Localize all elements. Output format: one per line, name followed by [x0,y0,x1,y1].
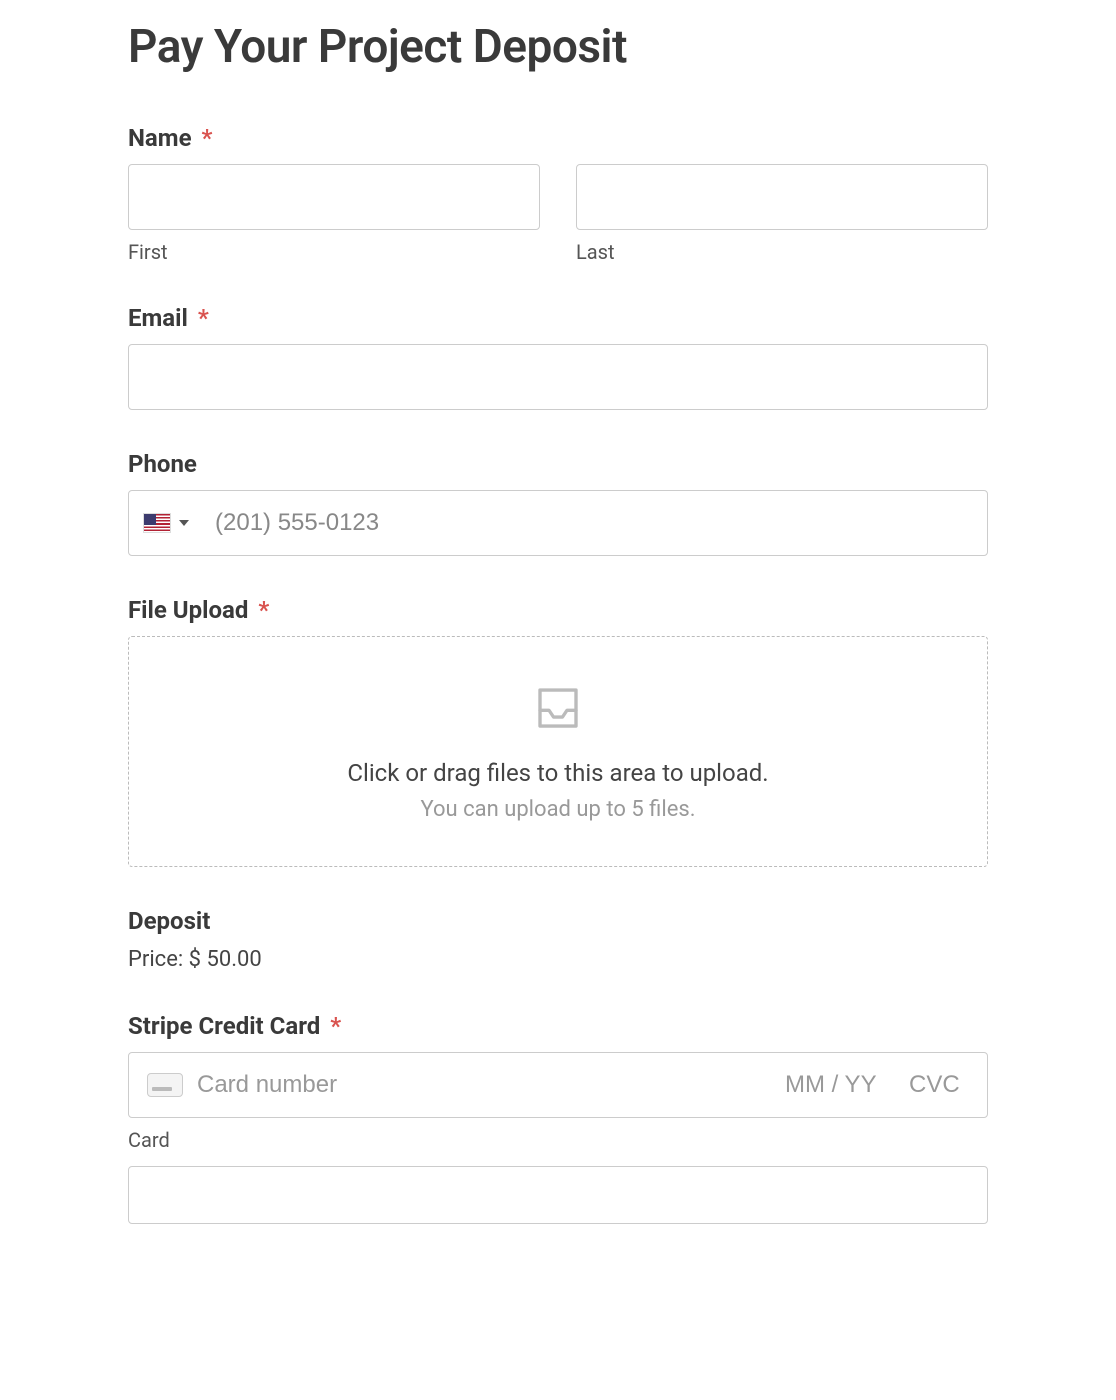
card-number-input[interactable] [197,1071,771,1099]
email-input[interactable] [128,344,988,410]
file-upload-label-text: File Upload [128,596,248,624]
credit-card-icon [147,1073,183,1097]
required-asterisk: * [198,304,209,332]
deposit-label-text: Deposit [128,907,210,935]
email-label-text: Email [128,304,188,332]
file-upload-label: File Upload * [128,596,988,624]
deposit-price: Price: $ 50.00 [128,947,988,972]
card-expiry-input[interactable] [785,1071,895,1099]
deposit-field-group: Deposit Price: $ 50.00 [128,907,988,972]
stripe-label-text: Stripe Credit Card [128,1012,320,1040]
first-name-input[interactable] [128,164,540,230]
cardholder-input[interactable] [128,1166,988,1224]
name-label: Name * [128,124,988,152]
card-cvc-input[interactable] [909,1071,969,1099]
required-asterisk: * [258,596,269,624]
stripe-label: Stripe Credit Card * [128,1012,988,1040]
us-flag-icon [143,513,171,533]
name-label-text: Name [128,124,192,152]
phone-input[interactable] [203,491,987,555]
first-name-sublabel: First [128,240,540,264]
phone-label: Phone [128,450,988,478]
card-sublabel: Card [128,1128,988,1152]
name-field-group: Name * First Last [128,124,988,264]
phone-field-group: Phone [128,450,988,556]
file-dropzone[interactable]: Click or drag files to this area to uplo… [128,636,988,867]
dropzone-subtitle: You can upload up to 5 files. [149,797,967,822]
page-title: Pay Your Project Deposit [128,20,988,74]
last-name-sublabel: Last [576,240,988,264]
stripe-field-group: Stripe Credit Card * Card [128,1012,988,1224]
last-name-input[interactable] [576,164,988,230]
phone-label-text: Phone [128,450,197,478]
inbox-icon [149,681,967,735]
email-field-group: Email * [128,304,988,410]
dropzone-title: Click or drag files to this area to uplo… [149,759,967,787]
deposit-label: Deposit [128,907,988,935]
email-label: Email * [128,304,988,332]
card-input-wrapper [128,1052,988,1118]
required-asterisk: * [202,124,213,152]
phone-input-wrapper [128,490,988,556]
required-asterisk: * [330,1012,341,1040]
chevron-down-icon [179,520,189,526]
country-code-select[interactable] [129,513,203,533]
file-upload-field-group: File Upload * Click or drag files to thi… [128,596,988,867]
